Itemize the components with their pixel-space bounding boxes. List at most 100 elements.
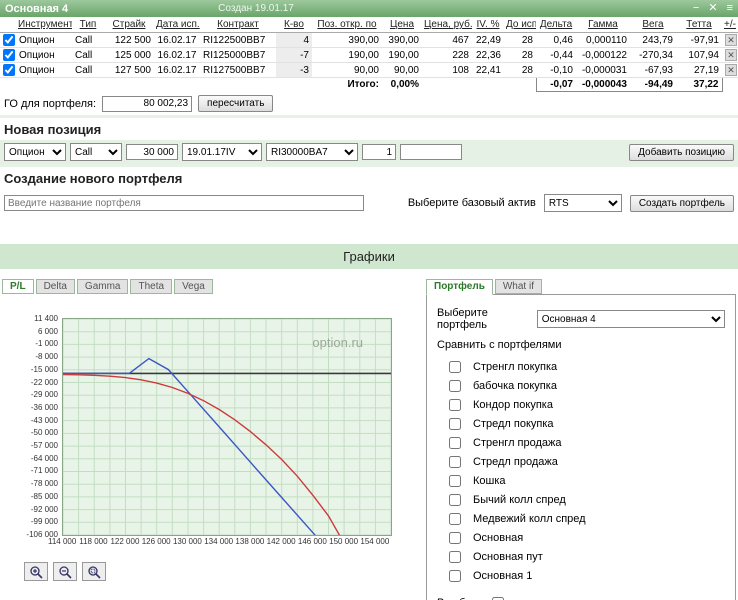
portfolio-panel-body: Выберите портфель Основная 4 Сравнить с … (426, 294, 736, 600)
row-close-icon[interactable]: ✕ (725, 49, 737, 61)
totals-label: Итого: (347, 79, 379, 91)
col-header-plusminus[interactable]: +/- (722, 17, 738, 33)
tab-portfolio[interactable]: Портфель (426, 279, 493, 295)
row-close-icon[interactable]: ✕ (725, 34, 737, 46)
cell-iv: 22,36 (472, 47, 504, 63)
base-asset-select[interactable]: RTS (543, 194, 622, 212)
cell-strike: 125 000 (104, 47, 154, 63)
col-header-strike[interactable]: Страйк (104, 17, 154, 33)
price-input[interactable] (400, 144, 462, 160)
y-tick-label: -64 000 (30, 453, 58, 463)
totals-percent: 0,00% (390, 79, 419, 91)
portfolio-checkbox[interactable] (449, 379, 461, 392)
position-checkbox[interactable] (3, 34, 15, 46)
col-header-date[interactable]: Дата исп. (154, 17, 200, 33)
col-header-type[interactable]: Тип (72, 17, 104, 33)
position-checkbox[interactable] (3, 49, 15, 61)
portfolio-checkbox[interactable] (449, 436, 461, 449)
portfolio-name-input[interactable] (4, 195, 364, 211)
cell-strike: 127 500 (104, 62, 154, 78)
col-header-days[interactable]: До исп. (504, 17, 536, 33)
cell-theta: -97,91 (676, 32, 722, 48)
contract-select[interactable]: RI30000BA7 (266, 143, 358, 161)
col-header-price[interactable]: Цена (382, 17, 422, 33)
totals-row: Итого: 0,00% -0,07 -0,000043 -94,49 37,2… (0, 77, 738, 92)
chart-tabs: P/L Delta Gamma Theta Vega (2, 279, 406, 294)
close-icon[interactable]: ✕ (708, 0, 717, 17)
list-item: Бычий колл спред (437, 490, 725, 509)
portfolio-select-row: Выберите портфель Основная 4 (437, 307, 725, 331)
strike-input[interactable] (126, 144, 178, 160)
tab-gamma[interactable]: Gamma (76, 279, 129, 294)
col-header-gamma[interactable]: Гамма (576, 17, 630, 33)
portfolio-checkbox[interactable] (449, 512, 461, 525)
cell-instrument: Опцион (16, 47, 72, 63)
portfolio-checkbox[interactable] (449, 417, 461, 430)
portfolio-select[interactable]: Основная 4 (536, 310, 725, 328)
portfolio-checkbox[interactable] (449, 550, 461, 563)
y-tick-label: -99 000 (30, 517, 58, 527)
portfolio-label: Основная 1 (473, 569, 533, 582)
cell-iv: 22,41 (472, 62, 504, 78)
zoom-out-button[interactable] (53, 562, 77, 581)
tab-pl[interactable]: P/L (2, 279, 34, 294)
recalculate-button[interactable]: пересчитать (198, 95, 274, 112)
instrument-select[interactable]: Опцион (4, 143, 66, 161)
portfolio-checkbox[interactable] (449, 398, 461, 411)
x-tick-label: 114 000 (48, 537, 77, 546)
list-item: Основная (437, 528, 725, 547)
option-type-select[interactable]: Call (70, 143, 122, 161)
y-tick-label: 11 400 (34, 314, 58, 323)
col-header-iv[interactable]: IV. % (472, 17, 504, 33)
new-portfolio-form: Выберите базовый актив RTS Создать портф… (0, 189, 738, 218)
cell-type: Call (72, 32, 104, 48)
y-tick-label: -57 000 (30, 441, 58, 451)
create-portfolio-button[interactable]: Создать портфель (629, 194, 734, 212)
menu-icon[interactable]: ≡ (727, 0, 733, 17)
col-header-open[interactable]: Поз. откр. по (312, 17, 382, 33)
minimize-icon[interactable]: − (693, 0, 699, 17)
portfolio-checkbox[interactable] (449, 360, 461, 373)
col-header-price-rub[interactable]: Цена, руб. (422, 17, 472, 33)
new-portfolio-title: Создание нового портфеля (4, 171, 183, 186)
portfolio-checkbox[interactable] (449, 455, 461, 468)
col-header-delta[interactable]: Дельта (536, 17, 576, 33)
tab-delta[interactable]: Delta (35, 279, 75, 294)
quantity-input[interactable] (362, 144, 396, 160)
chart-y-axis: 11 400 6 000 -1 000 -8 000 -15 000 -22 000 -29… (2, 314, 62, 539)
portfolio-checkbox[interactable] (449, 493, 461, 506)
cell-open: 190,00 (312, 47, 382, 63)
add-position-button[interactable]: Добавить позицию (629, 143, 734, 161)
position-checkbox[interactable] (3, 64, 15, 76)
y-tick-label: -8 000 (35, 352, 58, 362)
margin-input[interactable] (102, 95, 193, 112)
portfolio-checkbox[interactable] (449, 474, 461, 487)
zoom-in-button[interactable] (24, 562, 48, 581)
col-header-vega[interactable]: Вега (630, 17, 676, 33)
col-header-qty[interactable]: К-во (276, 17, 312, 33)
cell-qty: -3 (276, 62, 312, 78)
cell-days: 28 (504, 47, 536, 63)
portfolio-checkbox[interactable] (449, 531, 461, 544)
col-header-theta[interactable]: Тетта (676, 17, 722, 33)
list-item: Стредл продажа (437, 452, 725, 471)
row-close-icon[interactable]: ✕ (725, 64, 737, 76)
col-header-contract[interactable]: Контракт (200, 17, 276, 33)
portfolio-label: Основная пут (473, 550, 543, 563)
portfolio-compare-list: Стренгл покупка бабочка покупка Кондор п… (437, 357, 725, 585)
x-tick-label: 154 000 (360, 537, 390, 546)
portfolio-checkbox[interactable] (449, 569, 461, 582)
col-header-instrument[interactable]: Инструмент (16, 17, 72, 33)
charts-area: P/L Delta Gamma Theta Vega 11 400 6 000 -1… (0, 269, 738, 600)
chart-plot-area[interactable]: option.ru (62, 318, 392, 536)
list-item: Кошка (437, 471, 725, 490)
tab-vega[interactable]: Vega (174, 279, 213, 294)
tab-whatif[interactable]: What if (494, 279, 542, 294)
new-position-form: Опцион Call 19.01.17IV RI30000BA7 Добави… (0, 140, 738, 164)
cell-gamma: 0,000110 (576, 32, 630, 48)
expiry-select[interactable]: 19.01.17IV (182, 143, 262, 161)
pl-chart: 11 400 6 000 -1 000 -8 000 -15 000 -22 000 -29… (2, 314, 406, 539)
zoom-reset-button[interactable] (82, 562, 106, 581)
tab-theta[interactable]: Theta (130, 279, 173, 294)
zoom-out-icon (59, 565, 72, 579)
